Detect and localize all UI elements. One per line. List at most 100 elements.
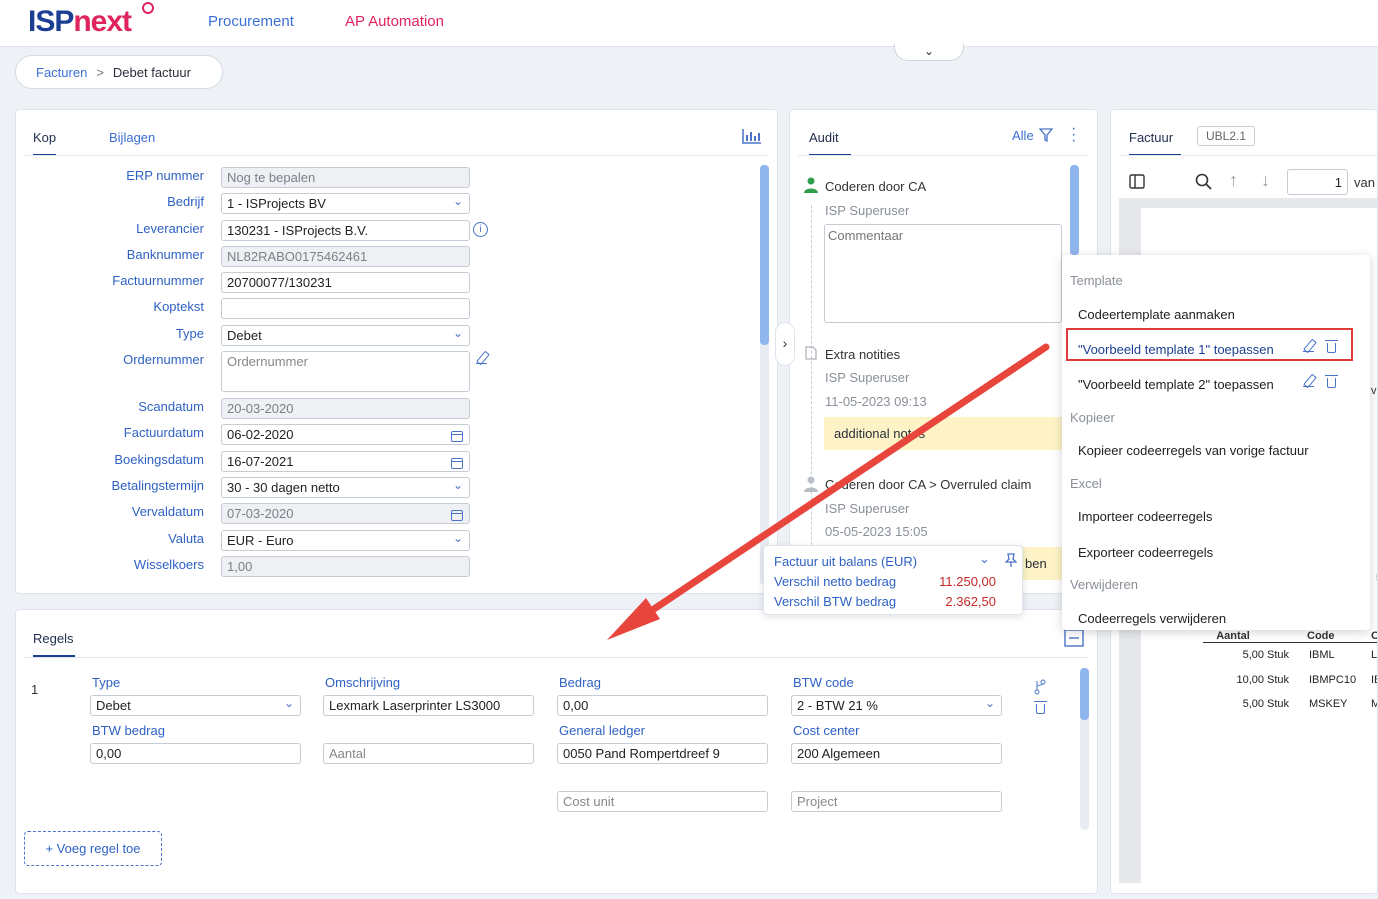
delete-icon[interactable] bbox=[1325, 375, 1338, 388]
field-label: ERP nummer bbox=[126, 168, 204, 183]
field-label: Valuta bbox=[168, 531, 204, 546]
field-leverancier[interactable]: 130231 - ISProjects B.V. bbox=[221, 220, 470, 241]
search-icon[interactable] bbox=[1195, 173, 1212, 190]
nav-ap-automation[interactable]: AP Automation bbox=[345, 13, 444, 30]
field-label: Scandatum bbox=[138, 399, 204, 414]
menu-section-header: Verwijderen bbox=[1070, 577, 1138, 592]
label-cost-center: Cost center bbox=[793, 723, 860, 738]
chart-icon[interactable] bbox=[742, 127, 762, 145]
regels-panel: Regels 1 Type Debet ⌄ Omschrijving Lexmar… bbox=[15, 609, 1098, 894]
bedrag-input[interactable]: 0,00 bbox=[557, 695, 768, 716]
chevron-down-icon[interactable]: ⌄ bbox=[894, 44, 964, 61]
btw-code-select[interactable]: 2 - BTW 21 % ⌄ bbox=[791, 695, 1002, 716]
menu-item[interactable]: Codeerregels verwijderen bbox=[1078, 611, 1226, 626]
add-line-button[interactable]: + Voeg regel toe bbox=[24, 831, 162, 866]
omschrijving-input[interactable]: Lexmark Laserprinter LS3000 bbox=[323, 695, 534, 716]
label-btw-code: BTW code bbox=[793, 675, 854, 690]
cost-unit-input[interactable]: Cost unit bbox=[557, 791, 768, 812]
edit-icon[interactable] bbox=[1303, 341, 1314, 352]
chevron-down-icon: ⌄ bbox=[452, 194, 463, 208]
line-number: 1 bbox=[31, 682, 39, 697]
tab-regels[interactable]: Regels bbox=[33, 631, 76, 657]
kop-panel: Kop Bijlagen ERP nummer Nog te bepalen Bed… bbox=[15, 109, 778, 594]
page-number-input[interactable]: 1 bbox=[1287, 169, 1348, 195]
audit-entry-title: Coderen door CA bbox=[825, 179, 927, 194]
type-select[interactable]: Debet ⌄ bbox=[90, 695, 301, 716]
field-betalingstermijn[interactable]: 30 - 30 dagen netto ⌄ bbox=[221, 477, 470, 498]
tab-ubl[interactable]: UBL2.1 bbox=[1197, 126, 1256, 146]
invoice-table-cell: MSKEY bbox=[1309, 698, 1348, 710]
field-factuurdatum[interactable]: 06-02-2020 bbox=[221, 424, 470, 445]
menu-item[interactable]: Codeertemplate aanmaken bbox=[1078, 307, 1235, 322]
filter-icon[interactable] bbox=[1039, 128, 1053, 142]
chevron-down-icon: ⌄ bbox=[452, 326, 463, 340]
project-input[interactable]: Project bbox=[791, 791, 1002, 812]
regels-scrollbar[interactable] bbox=[1080, 668, 1089, 830]
field-bedrijf[interactable]: 1 - ISProjects BV ⌄ bbox=[221, 193, 470, 214]
regels-menu-icon[interactable] bbox=[1064, 629, 1084, 647]
field-label: Wisselkoers bbox=[133, 557, 204, 572]
chevron-down-icon[interactable]: ⌄ bbox=[979, 551, 990, 567]
tab-factuur[interactable]: Factuur bbox=[1129, 130, 1182, 156]
breadcrumb-facturen[interactable]: Facturen bbox=[36, 65, 87, 80]
pin-icon[interactable] bbox=[1005, 553, 1017, 567]
field-ordernummer[interactable]: Ordernummer bbox=[221, 351, 470, 392]
aantal-input[interactable]: Aantal bbox=[323, 743, 534, 764]
field-valuta[interactable]: EUR - Euro ⌄ bbox=[221, 530, 470, 551]
menu-item[interactable]: Exporteer codeerregels bbox=[1078, 545, 1213, 560]
arrow-down-icon[interactable]: ↓ bbox=[1261, 170, 1270, 191]
audit-filter-all[interactable]: Alle bbox=[1012, 128, 1034, 143]
chevron-down-icon: ⌄ bbox=[283, 696, 294, 710]
field-label: Vervaldatum bbox=[131, 504, 204, 519]
invoice-table-header: Aantal bbox=[1216, 630, 1250, 642]
user-active-icon bbox=[804, 177, 818, 193]
label-btw-bedrag: BTW bedrag bbox=[92, 723, 165, 738]
field-koptekst[interactable] bbox=[221, 298, 470, 319]
tab-audit[interactable]: Audit bbox=[809, 130, 851, 156]
field-factuurnummer[interactable]: 20700077/130231 bbox=[221, 272, 470, 293]
menu-item[interactable]: "Voorbeeld template 1" toepassen bbox=[1078, 342, 1274, 357]
page-of-label: van bbox=[1354, 175, 1375, 190]
tab-bijlagen[interactable]: Bijlagen bbox=[109, 130, 155, 145]
balance-label: Verschil BTW bedrag bbox=[774, 594, 897, 609]
menu-item[interactable]: Kopieer codeerregels van vorige factuur bbox=[1078, 443, 1309, 458]
general-ledger-input[interactable]: 0050 Pand Rompertdreef 9 bbox=[557, 743, 768, 764]
audit-entry-title: Coderen door CA > Overruled claim bbox=[825, 477, 1032, 492]
balance-title: Factuur uit balans (EUR) bbox=[774, 554, 918, 569]
audit-entry-date: 05-05-2023 15:05 bbox=[825, 524, 928, 539]
invoice-table-cell: IBML bbox=[1309, 649, 1335, 661]
audit-note: additional notes bbox=[824, 417, 1097, 450]
info-icon[interactable]: i bbox=[473, 222, 488, 237]
nav-procurement[interactable]: Procurement bbox=[208, 13, 294, 30]
delete-icon[interactable] bbox=[1325, 340, 1338, 353]
delete-line-icon[interactable] bbox=[1034, 701, 1047, 714]
field-erp-nummer: Nog te bepalen bbox=[221, 167, 470, 188]
comment-input[interactable] bbox=[824, 224, 1062, 323]
edit-icon[interactable] bbox=[476, 353, 487, 364]
balance-value: 11.250,00 bbox=[939, 574, 996, 589]
more-options-icon[interactable]: · · · bbox=[1071, 121, 1076, 149]
invoice-table-cell: 10,00 bbox=[1236, 673, 1264, 686]
field-label: Ordernummer bbox=[123, 352, 204, 367]
menu-item[interactable]: "Voorbeeld template 2" toepassen bbox=[1078, 377, 1274, 392]
field-vervaldatum: 07-03-2020 bbox=[221, 503, 470, 524]
field-label: Bedrijf bbox=[167, 194, 204, 209]
calendar-icon bbox=[451, 458, 463, 469]
menu-item[interactable]: Importeer codeerregels bbox=[1078, 509, 1212, 524]
tab-kop[interactable]: Kop bbox=[33, 130, 57, 156]
split-icon[interactable] bbox=[1034, 679, 1046, 695]
edit-icon[interactable] bbox=[1303, 376, 1314, 387]
kop-scrollbar[interactable] bbox=[760, 165, 769, 585]
coding-context-menu: Template Codeertemplate aanmaken "Voorbeel… bbox=[1062, 255, 1370, 630]
arrow-up-icon[interactable]: ↑ bbox=[1229, 170, 1238, 191]
cost-center-input[interactable]: 200 Algemeen bbox=[791, 743, 1002, 764]
field-type[interactable]: Debet ⌄ bbox=[221, 325, 470, 346]
btw-bedrag-input[interactable]: 0,00 bbox=[90, 743, 301, 764]
field-boekingsdatum[interactable]: 16-07-2021 bbox=[221, 451, 470, 472]
expand-panel-icon[interactable]: › bbox=[775, 322, 795, 366]
menu-section-header: Template bbox=[1070, 273, 1123, 288]
isp-next-logo[interactable]: ISPnext bbox=[28, 5, 132, 39]
field-label: Banknummer bbox=[126, 247, 204, 262]
field-label: Factuurdatum bbox=[123, 425, 204, 440]
sidebar-toggle-icon[interactable] bbox=[1129, 174, 1145, 189]
